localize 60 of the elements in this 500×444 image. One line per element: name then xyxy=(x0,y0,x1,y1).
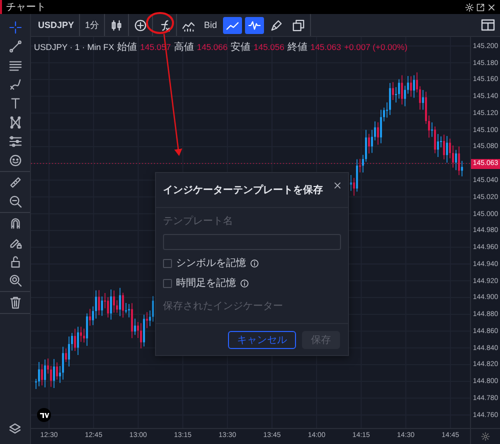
sliders-tool[interactable] xyxy=(7,134,23,149)
highlight-circle xyxy=(146,12,174,34)
info-icon xyxy=(240,278,249,288)
layout-icon xyxy=(481,18,495,32)
lock-icon xyxy=(8,255,22,268)
checkbox-label: 時間足を記憶 xyxy=(176,276,236,290)
logo-icon xyxy=(37,408,51,422)
line-tool-tool[interactable] xyxy=(7,39,23,54)
pen-icon xyxy=(8,78,22,91)
dialog-title: インジケーターテンプレートを保存 xyxy=(163,183,324,197)
section-label: 保存されたインジケーター xyxy=(163,300,284,313)
smiley-tool[interactable] xyxy=(7,153,23,168)
ohlc-value: 145.056 xyxy=(254,42,284,52)
zoom-in-tool[interactable] xyxy=(7,194,23,209)
parallel-lines-icon xyxy=(8,59,22,72)
popout-icon[interactable] xyxy=(476,2,485,12)
info-icon xyxy=(250,258,259,268)
function-icon xyxy=(158,18,172,32)
checkbox-label: シンボルを記憶 xyxy=(176,256,246,270)
brush-icon xyxy=(270,18,284,32)
close-icon[interactable] xyxy=(487,2,496,12)
pattern-icon xyxy=(8,116,22,129)
ohlc-label: 始値 xyxy=(117,41,138,54)
text-icon xyxy=(8,97,22,110)
template-name-field[interactable] xyxy=(163,234,341,250)
add-icon xyxy=(134,18,148,32)
zoom-in-icon xyxy=(8,195,22,208)
line-chart-button[interactable] xyxy=(223,16,242,34)
ohlc-label: 安値 xyxy=(230,40,251,54)
wave-icon xyxy=(248,18,262,32)
symbol-button[interactable]: USDJPY xyxy=(35,16,78,34)
crosshair-icon xyxy=(8,21,22,34)
field-label: テンプレート名 xyxy=(163,214,234,228)
pencil-lock-icon xyxy=(8,236,22,249)
ohlc-label: 高値 xyxy=(174,40,194,54)
layers-button[interactable] xyxy=(7,421,23,436)
wave-button[interactable] xyxy=(245,16,264,34)
ohlc-label: 終値 xyxy=(287,41,308,54)
layers-icon xyxy=(8,422,22,436)
symbol-label: USDJPY · 1 · Min FX xyxy=(34,42,114,52)
magnet-icon xyxy=(8,217,22,230)
settings-icon[interactable] xyxy=(465,2,474,12)
price-source-button[interactable]: Bid xyxy=(201,16,220,34)
checkbox[interactable] xyxy=(163,278,172,288)
smiley-icon xyxy=(8,154,22,167)
close-icon xyxy=(333,181,342,190)
windows-icon xyxy=(292,18,306,32)
sliders-icon xyxy=(8,135,22,148)
window-title: チャート xyxy=(6,1,47,14)
change-value: +0.007 (+0.00%) xyxy=(344,42,408,52)
trash-icon xyxy=(8,296,22,309)
parallel-lines-tool[interactable] xyxy=(7,58,23,73)
line-tool-icon xyxy=(8,40,22,53)
ohlc-value: 145.063 xyxy=(310,42,342,52)
ohlc-value: 145.066 xyxy=(196,42,228,52)
crosshair-tool[interactable] xyxy=(7,20,23,35)
ruler-icon xyxy=(8,176,22,189)
interval-button[interactable]: 1分 xyxy=(82,16,102,34)
checkbox[interactable] xyxy=(163,258,172,268)
candles-icon xyxy=(110,18,124,32)
